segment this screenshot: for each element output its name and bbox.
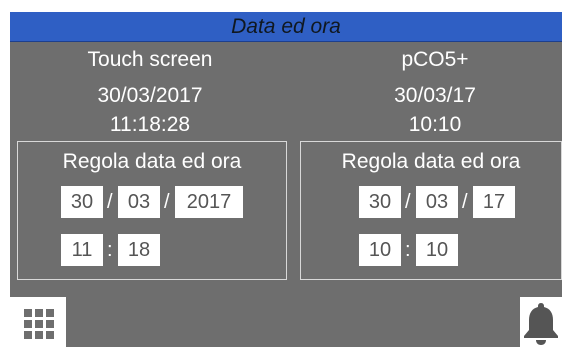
pco-date: 30/03/17 [394,84,476,107]
date-separator: / [462,191,468,213]
touch-screen-hour-field[interactable]: 11 [61,234,103,266]
pco-year-field[interactable]: 17 [473,186,515,218]
pco-set-panel: Regola data ed ora 30 / 03 / 17 10 : 10 [300,141,562,280]
grid-menu-icon [24,309,54,339]
pco-label: pCO5+ [401,48,469,71]
menu-button[interactable] [10,297,66,347]
touch-screen-date: 30/03/2017 [97,84,203,107]
date-separator: / [107,191,113,213]
date-separator: / [164,191,170,213]
touch-screen-set-panel: Regola data ed ora 30 / 03 / 2017 11 : 1… [17,141,287,280]
date-separator: / [405,191,411,213]
touch-screen-year-field[interactable]: 2017 [175,186,243,218]
date-time-screen: Data ed ora Touch screen 30/03/2017 11:1… [10,12,562,347]
time-separator: : [107,239,113,261]
time-separator: : [405,239,411,261]
pco-hour-field[interactable]: 10 [359,234,401,266]
touch-screen-month-field[interactable]: 03 [118,186,160,218]
page-title: Data ed ora [10,12,562,42]
touch-screen-day-field[interactable]: 30 [61,186,103,218]
pco-minute-field[interactable]: 10 [416,234,458,266]
touch-screen-time: 11:18:28 [109,113,191,136]
bell-icon [524,303,558,345]
alarm-button[interactable] [520,297,562,347]
touch-screen-label: Touch screen [87,48,213,71]
touch-screen-minute-field[interactable]: 18 [118,234,160,266]
pco-month-field[interactable]: 03 [416,186,458,218]
pco-panel-title: Regola data ed ora [341,150,521,173]
pco-day-field[interactable]: 30 [359,186,401,218]
touch-screen-panel-title: Regola data ed ora [62,150,242,173]
pco-time: 10:10 [408,113,462,136]
